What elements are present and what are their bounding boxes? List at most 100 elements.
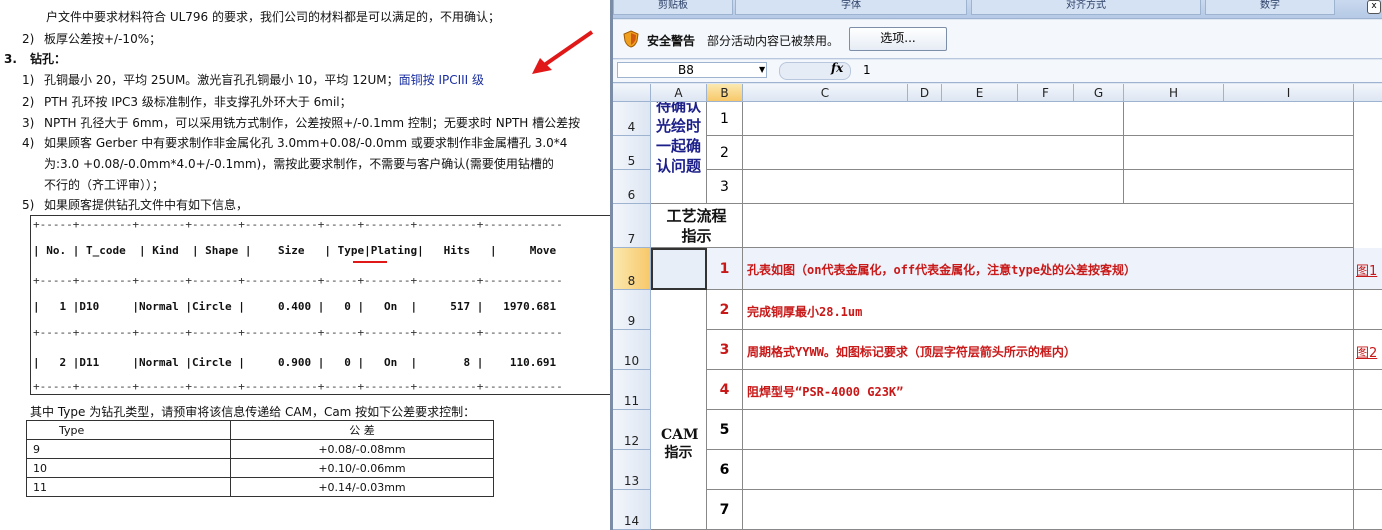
ribbon-group-number[interactable]: 数字 (1205, 0, 1335, 15)
column-header-g[interactable]: G (1074, 84, 1124, 102)
cell-b10[interactable]: 3 (707, 330, 743, 370)
ribbon-group-clipboard[interactable]: 剪贴板 (613, 0, 733, 15)
cell-b11[interactable]: 4 (707, 370, 743, 410)
cell-c10[interactable]: 周期格式YYWW。如图标记要求（顶层字符层箭头所示的框内） (743, 330, 1354, 370)
cell-c5[interactable] (743, 136, 1124, 170)
list-number: 2) (22, 95, 35, 109)
row-header[interactable]: 7 (613, 204, 651, 248)
select-all-corner[interactable] (613, 84, 651, 102)
cell-c4[interactable] (743, 102, 1124, 136)
cell-j12[interactable] (1354, 410, 1382, 450)
row-header[interactable]: 12 (613, 410, 651, 450)
cell-b13[interactable]: 6 (707, 450, 743, 490)
table-cell: 11 (26, 477, 231, 497)
cell-process-label[interactable]: 工艺流程指示 (651, 204, 743, 248)
list-text: 板厚公差按+/-10%； (44, 32, 162, 46)
list-number: 2) (22, 32, 35, 46)
fx-icon[interactable]: fx (831, 61, 843, 75)
column-header-d[interactable]: D (908, 84, 942, 102)
shield-icon (623, 30, 639, 48)
list-text: PTH 孔环按 IPC3 级标准制作，非支撑孔外环大于 6mil； (44, 95, 352, 109)
table-cell: +0.14/-0.03mm (230, 477, 494, 497)
cell-j14[interactable] (1354, 490, 1382, 530)
row-header[interactable]: 11 (613, 370, 651, 410)
cell-pending-label[interactable]: 待确认光绘时一起确认问题 (651, 102, 707, 204)
security-warning-bar: 安全警告 部分活动内容已被禁用。 选项... (613, 20, 1382, 59)
column-header-i[interactable]: I (1224, 84, 1354, 102)
table-row: Type 公 差 (26, 420, 494, 440)
column-header-e[interactable]: E (942, 84, 1018, 102)
column-header-j[interactable] (1354, 84, 1382, 102)
cell-j13[interactable] (1354, 450, 1382, 490)
row-header[interactable]: 14 (613, 490, 651, 530)
pending-label-text: 待确认光绘时一起确认问题 (655, 102, 701, 175)
cell-b4[interactable]: 1 (707, 102, 743, 136)
cell-cam-label[interactable]: CAM指示 (651, 290, 707, 530)
cell-c12[interactable] (743, 410, 1354, 450)
formula-input[interactable]: 1 (863, 63, 871, 77)
cell-c14[interactable] (743, 490, 1354, 530)
document-pane: 户文件中要求材料符合 UL796 的要求，我们公司的材料都是可以满足的，不用确认… (0, 0, 610, 530)
list-number: 3) (22, 116, 35, 130)
cell-c11[interactable]: 阻焊型号“PSR-4000 G23K” (743, 370, 1354, 410)
section-number: 3. (4, 52, 17, 66)
cell-c8[interactable]: 孔表如图（on代表金属化，off代表金属化，注意type处的公差按客规） (743, 248, 1354, 290)
column-header-b[interactable]: B (707, 84, 743, 102)
red-arrow-icon (532, 30, 594, 74)
doc-item-3: 3) NPTH 孔径大于 6mm，可以采用铣方式制作，公差按照+/-0.1mm 控… (22, 114, 580, 131)
cell-b9[interactable]: 2 (707, 290, 743, 330)
row-header[interactable]: 10 (613, 330, 651, 370)
drill-data-row: | 1 |D10 |Normal |Circle | 0.400 | 0 | O… (33, 300, 557, 313)
table-row: 9 +0.08/-0.08mm (26, 439, 494, 459)
column-header-h[interactable]: H (1124, 84, 1224, 102)
cell-j8[interactable]: 图1 (1354, 248, 1382, 290)
cell-h6[interactable] (1124, 170, 1354, 204)
cell-a8-selected[interactable] (651, 248, 707, 290)
list-number: 4) (22, 136, 35, 150)
cell-c9[interactable]: 完成铜厚最小28.1um (743, 290, 1354, 330)
table-cell: +0.10/-0.06mm (230, 458, 494, 478)
row-header[interactable]: 9 (613, 290, 651, 330)
spreadsheet-grid: A B C D E F G H I 4 5 6 7 8 9 10 11 12 1… (613, 84, 1382, 530)
cell-j10[interactable]: 图2 (1354, 330, 1382, 370)
row-header[interactable]: 13 (613, 450, 651, 490)
ribbon: 剪贴板 字体 对齐方式 数字 x (613, 0, 1382, 19)
doc-item-2: 2) PTH 孔环按 IPC3 级标准制作，非支撑孔外环大于 6mil； (22, 93, 352, 110)
cell-b5[interactable]: 2 (707, 136, 743, 170)
cell-b6[interactable]: 3 (707, 170, 743, 204)
close-icon[interactable]: x (1367, 0, 1381, 14)
cell-c13[interactable] (743, 450, 1354, 490)
chevron-down-icon[interactable]: ▼ (759, 65, 765, 74)
cell-j9[interactable] (1354, 290, 1382, 330)
cell-c7[interactable] (743, 204, 1354, 248)
cell-j11[interactable] (1354, 370, 1382, 410)
column-header-f[interactable]: F (1018, 84, 1074, 102)
list-text: 如果顾客提供钻孔文件中有如下信息， (44, 198, 249, 212)
cell-h5[interactable] (1124, 136, 1354, 170)
table-row: 11 +0.14/-0.03mm (26, 477, 494, 497)
drill-divider: +-----+--------+-------+-------+--------… (33, 326, 563, 339)
fig2-link[interactable]: 图2 (1356, 342, 1377, 361)
cell-c6[interactable] (743, 170, 1124, 204)
list-text: 如果顾客 Gerber 中有要求制作非金属化孔 3.0mm+0.08/-0.0m… (44, 136, 568, 150)
cell-b14[interactable]: 7 (707, 490, 743, 530)
cell-b12[interactable]: 5 (707, 410, 743, 450)
column-header-c[interactable]: C (743, 84, 908, 102)
row-header[interactable]: 5 (613, 136, 651, 170)
column-header-a[interactable]: A (651, 84, 707, 102)
ribbon-group-alignment[interactable]: 对齐方式 (971, 0, 1201, 15)
drill-data-row: | 2 |D11 |Normal |Circle | 0.900 | 0 | O… (33, 356, 557, 369)
row-header[interactable]: 6 (613, 170, 651, 204)
options-button[interactable]: 选项... (849, 27, 947, 51)
row-header[interactable]: 4 (613, 102, 651, 136)
table-cell: 10 (26, 458, 231, 478)
name-box[interactable]: B8 (617, 62, 767, 78)
fig1-link[interactable]: 图1 (1356, 260, 1377, 279)
cell-b8[interactable]: 1 (707, 248, 743, 290)
ribbon-group-font[interactable]: 字体 (735, 0, 967, 15)
cell-h4[interactable] (1124, 102, 1354, 136)
row-header[interactable]: 8 (613, 248, 651, 290)
table-header-cell: Type (26, 420, 231, 440)
list-text-highlight: 面铜按 IPCIII 级 (398, 73, 485, 87)
drill-divider: +-----+--------+-------+-------+--------… (33, 380, 563, 393)
